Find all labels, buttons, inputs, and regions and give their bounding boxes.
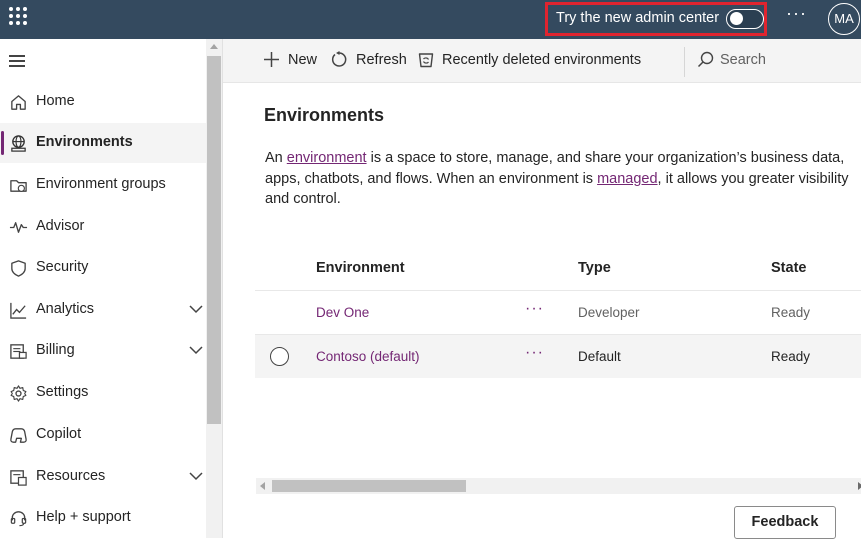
command-bar: New Refresh Recently deleted environment… xyxy=(223,39,861,83)
table-horizontal-scrollbar[interactable] xyxy=(256,478,861,494)
globe-icon xyxy=(11,135,26,152)
row-select-radio[interactable] xyxy=(270,347,289,366)
table-row[interactable]: Dev One ··· Developer Ready xyxy=(255,290,861,334)
row-more-options-icon[interactable]: ··· xyxy=(525,344,544,362)
sidebar-item-environment-groups[interactable]: Environment groups xyxy=(0,165,206,205)
billing-icon xyxy=(10,344,27,359)
scroll-up-arrow-icon[interactable] xyxy=(210,44,218,49)
new-admin-center-toggle[interactable] xyxy=(726,9,764,29)
sidebar-item-billing[interactable]: Billing xyxy=(0,331,206,371)
toggle-knob xyxy=(730,12,743,25)
app-launcher-icon[interactable] xyxy=(9,7,27,25)
shield-icon xyxy=(11,260,26,277)
refresh-button[interactable]: Refresh xyxy=(331,51,407,68)
sidebar-item-label: Environments xyxy=(36,134,133,150)
sidebar-item-label: Environment groups xyxy=(36,176,166,192)
description-text: An xyxy=(265,150,287,166)
managed-link[interactable]: managed xyxy=(597,171,657,187)
search-icon xyxy=(697,51,714,68)
gear-icon xyxy=(10,385,27,402)
top-bar: Try the new admin center ··· MA xyxy=(0,0,861,39)
column-header-type[interactable]: Type xyxy=(578,260,611,276)
page-title: Environments xyxy=(264,105,385,125)
sidebar-item-label: Help + support xyxy=(36,509,131,525)
search-placeholder: Search xyxy=(720,51,766,68)
environment-state: Ready xyxy=(771,349,811,364)
sidebar: Home Environments Environment groups Adv… xyxy=(0,39,223,538)
try-new-admin-center-highlight: Try the new admin center xyxy=(545,2,767,36)
environment-type: Developer xyxy=(578,305,640,320)
sidebar-item-help-support[interactable]: Help + support xyxy=(0,498,206,538)
sidebar-item-label: Analytics xyxy=(36,301,95,317)
new-button-label: New xyxy=(288,51,318,68)
hamburger-menu-icon[interactable] xyxy=(9,55,25,67)
page-description: An environment is a space to store, mana… xyxy=(265,148,861,210)
sidebar-item-copilot[interactable]: Copilot xyxy=(0,415,206,455)
sidebar-item-analytics[interactable]: Analytics xyxy=(0,290,206,330)
sidebar-item-environments[interactable]: Environments xyxy=(0,123,206,163)
sidebar-item-label: Security xyxy=(36,259,89,275)
environment-name-link[interactable]: Dev One xyxy=(316,305,369,320)
column-header-environment[interactable]: Environment xyxy=(316,260,405,276)
sidebar-item-home[interactable]: Home xyxy=(0,82,206,122)
sidebar-item-label: Home xyxy=(36,93,75,109)
search-input[interactable]: Search xyxy=(697,51,766,68)
home-icon xyxy=(11,95,26,110)
scrollbar-thumb[interactable] xyxy=(272,480,466,492)
recently-deleted-label: Recently deleted environments xyxy=(442,51,642,68)
refresh-button-label: Refresh xyxy=(356,51,407,68)
avatar[interactable]: MA xyxy=(828,3,860,35)
recycle-bin-icon xyxy=(418,53,434,68)
new-button[interactable]: New xyxy=(263,51,317,68)
environment-type: Default xyxy=(578,349,621,364)
headset-icon xyxy=(10,511,27,527)
chevron-down-icon[interactable] xyxy=(189,304,203,314)
copilot-icon xyxy=(10,428,27,443)
column-header-state[interactable]: State xyxy=(771,260,806,276)
try-new-admin-center-label: Try the new admin center xyxy=(556,10,720,26)
row-more-options-icon[interactable]: ··· xyxy=(525,300,544,318)
scroll-left-arrow-icon[interactable] xyxy=(260,482,265,490)
pulse-icon xyxy=(9,222,28,233)
chevron-down-icon[interactable] xyxy=(189,471,203,481)
sidebar-item-label: Advisor xyxy=(36,218,85,234)
sidebar-item-settings[interactable]: Settings xyxy=(0,373,206,413)
sidebar-scrollbar[interactable] xyxy=(206,39,222,538)
scrollbar-thumb[interactable] xyxy=(207,56,221,424)
sidebar-item-security[interactable]: Security xyxy=(0,248,206,288)
environment-link[interactable]: environment xyxy=(287,150,367,166)
sidebar-item-resources[interactable]: Resources xyxy=(0,457,206,497)
sidebar-item-label: Resources xyxy=(36,468,106,484)
sidebar-item-advisor[interactable]: Advisor xyxy=(0,207,206,247)
more-options-icon[interactable]: ··· xyxy=(786,3,807,24)
chart-line-icon xyxy=(10,302,27,319)
sidebar-item-label: Copilot xyxy=(36,426,82,442)
environment-state: Ready xyxy=(771,305,811,320)
divider xyxy=(684,47,685,77)
sidebar-item-label: Billing xyxy=(36,342,75,358)
recently-deleted-button[interactable]: Recently deleted environments xyxy=(418,51,641,68)
chevron-down-icon[interactable] xyxy=(189,345,203,355)
plus-icon xyxy=(264,52,279,67)
environment-name-link[interactable]: Contoso (default) xyxy=(316,349,420,364)
folder-globe-icon xyxy=(10,180,27,192)
main-content: Environments An environment is a space t… xyxy=(223,84,861,539)
resources-icon xyxy=(10,470,27,486)
table-row[interactable]: Contoso (default) ··· Default Ready xyxy=(255,334,861,378)
feedback-button[interactable]: Feedback xyxy=(734,506,836,539)
refresh-icon xyxy=(331,51,347,67)
sidebar-item-label: Settings xyxy=(36,384,89,400)
